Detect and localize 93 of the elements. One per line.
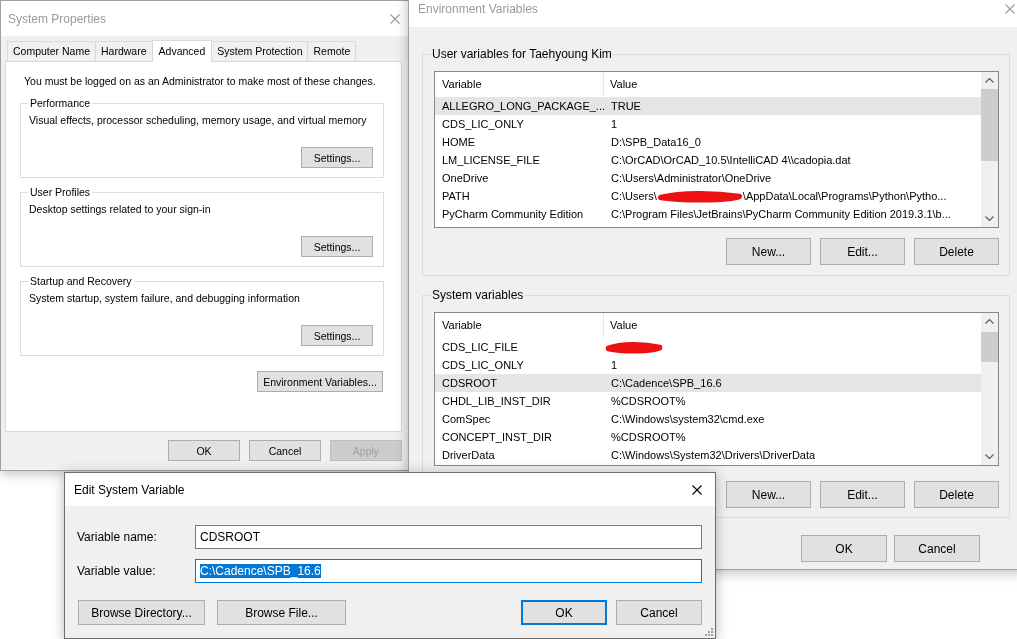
list-action-button[interactable]: Delete (914, 481, 999, 508)
variable-value: C:\OrCAD\OrCAD_10.5\IntelliCAD 4\\cadopia.dat (611, 153, 851, 168)
input-field[interactable]: C:\Cadence\SPB_16.6 (195, 559, 702, 583)
variable-name: CDS_LIC_ONLY (441, 117, 525, 132)
scrollbar-thumb[interactable] (981, 332, 998, 362)
scroll-up-icon[interactable] (985, 319, 994, 324)
group-description: Desktop settings related to your sign-in (29, 202, 212, 216)
variable-name: CDS_LIC_ONLY (441, 358, 525, 373)
group-description: System startup, system failure, and debugging information (29, 291, 301, 305)
list-action-button[interactable]: Delete (914, 238, 999, 265)
list-action-button[interactable]: New... (726, 481, 811, 508)
variable-value: %CDSROOT% (611, 394, 686, 409)
list-row[interactable]: CDS_LIC_ONLY 1 (435, 115, 981, 133)
close-icon[interactable] (692, 484, 702, 495)
variable-value: C:\Cadence\SPB_16.6 (611, 376, 722, 391)
variable-value: TRUE (611, 99, 641, 114)
list-row[interactable]: CHDL_LIB_INST_DIR %CDSROOT% (435, 392, 981, 410)
list-row[interactable]: DriverData C:\Windows\System32\Drivers\DriverData (435, 446, 981, 464)
settings-button[interactable]: Settings... (301, 325, 373, 346)
notice-text: You must be logged on as an Administrator to make most of these changes. (24, 74, 377, 88)
list-row[interactable]: CDS_LIC_ONLY 1 (435, 356, 981, 374)
scroll-up-icon[interactable] (985, 78, 994, 83)
variable-name: PyCharm Community Edition (441, 207, 585, 222)
list-action-button[interactable]: New... (726, 238, 811, 265)
tab[interactable]: Computer Name (7, 41, 97, 61)
list-row[interactable]: OneDrive C:\Users\Administrator\OneDrive (435, 169, 981, 187)
variable-name: ALLEGRO_LONG_PACKAGE_... (441, 99, 606, 114)
column-header[interactable]: Variable (435, 313, 604, 337)
field-label: Variable value: (77, 564, 157, 578)
list-action-button[interactable]: Edit... (820, 238, 905, 265)
variable-value: C:\Windows\system32\cmd.exe (611, 412, 765, 427)
field-label: Variable name: (77, 530, 158, 544)
variable-name: CHDL_LIB_INST_DIR (441, 394, 552, 409)
variable-value: 1 (611, 117, 618, 132)
scroll-down-icon[interactable] (985, 216, 994, 221)
variable-name: DriverData (441, 448, 496, 463)
column-header[interactable]: Value (604, 72, 638, 96)
list-action-button[interactable]: Edit... (820, 481, 905, 508)
scrollbar[interactable] (981, 72, 998, 227)
scrollbar[interactable] (981, 313, 998, 465)
list-row[interactable]: LM_LICENSE_FILE C:\OrCAD\OrCAD_10.5\IntelliCAD 4\\cadopia.dat (435, 151, 981, 169)
window-title: Edit System Variable (74, 482, 185, 497)
environment-variables-button[interactable]: Environment Variables... (257, 371, 383, 392)
column-header[interactable]: Variable (435, 72, 604, 96)
tab[interactable]: Remote (307, 41, 357, 61)
dialog-button[interactable]: Cancel (249, 440, 321, 461)
variable-value: C:\Users\ (611, 189, 657, 204)
variable-value: C:\Windows\System32\Drivers\DriverData (611, 448, 816, 463)
group-title: User Profiles (29, 185, 92, 199)
scrollbar-thumb[interactable] (981, 89, 998, 161)
list-row[interactable]: PyCharm Community Edition C:\Program Files\JetBrains\PyCharm Community Edition 2019.3.1\b... (435, 205, 981, 223)
dialog-button[interactable]: OK (521, 600, 607, 625)
input-field[interactable]: CDSROOT (195, 525, 702, 549)
tab[interactable]: Advanced (151, 40, 213, 62)
window-title: System Properties (8, 11, 107, 26)
variable-name: CDS_LIC_FILE (441, 340, 519, 355)
scroll-down-icon[interactable] (985, 454, 994, 459)
variable-name: OneDrive (441, 171, 490, 186)
variable-name: CONCEPT_INST_DIR (441, 430, 554, 445)
list-row[interactable]: ALLEGRO_LONG_PACKAGE_... TRUE (435, 97, 981, 115)
dialog-button[interactable]: Cancel (616, 600, 702, 625)
list-row[interactable]: CDS_LIC_FILE (435, 338, 981, 356)
list-row[interactable]: HOME D:\SPB_Data16_0 (435, 133, 981, 151)
window-title: Environment Variables (418, 2, 538, 16)
group-description: Visual effects, processor scheduling, memory usage, and virtual memory (29, 113, 368, 127)
variable-value: \AppData\Local\Programs\Python\Pytho... (742, 189, 947, 204)
group-title: Startup and Recovery (29, 274, 133, 288)
dialog-button[interactable]: Cancel (894, 535, 980, 562)
list-row[interactable]: PATH C:\Users\ \AppData\Local\Programs\Python\Pytho... (435, 187, 981, 205)
variable-value: %CDSROOT% (611, 430, 686, 445)
variable-name: ComSpec (441, 412, 492, 427)
variable-name: CDSROOT (441, 376, 498, 391)
dialog-button[interactable]: OK (801, 535, 887, 562)
group-title: System variables (431, 288, 525, 302)
browse-button[interactable]: Browse File... (217, 600, 346, 625)
list-row[interactable]: ComSpec C:\Windows\system32\cmd.exe (435, 410, 981, 428)
variable-name: HOME (441, 135, 476, 150)
dialog-button[interactable]: OK (168, 440, 240, 461)
variable-value: 1 (611, 358, 618, 373)
variable-name: LM_LICENSE_FILE (441, 153, 541, 168)
browse-button[interactable]: Browse Directory... (78, 600, 205, 625)
resize-grip-icon[interactable] (704, 627, 713, 636)
column-header[interactable]: Value (604, 313, 638, 337)
group-title: Performance (29, 96, 92, 110)
variable-value: C:\Program Files\JetBrains\PyCharm Community Edition 2019.3.1\b... (611, 207, 951, 222)
list-row[interactable]: CDSROOT C:\Cadence\SPB_16.6 (435, 374, 981, 392)
variable-name: PATH (441, 189, 471, 204)
settings-button[interactable]: Settings... (301, 236, 373, 257)
group-title: User variables for Taehyoung Kim (431, 47, 613, 61)
variable-value: C:\Users\Administrator\OneDrive (611, 171, 772, 186)
settings-button[interactable]: Settings... (301, 147, 373, 168)
list-row[interactable]: CONCEPT_INST_DIR %CDSROOT% (435, 428, 981, 446)
variable-value: D:\SPB_Data16_0 (611, 135, 701, 150)
